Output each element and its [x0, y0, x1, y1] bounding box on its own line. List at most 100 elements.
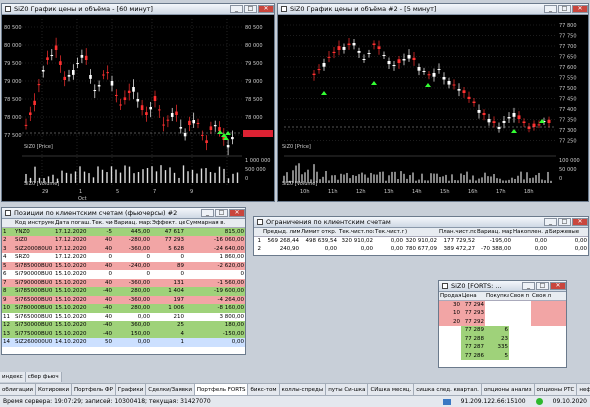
close-button[interactable]: ✕: [550, 282, 566, 290]
tab-6[interactable]: бикс-том: [248, 384, 280, 395]
limits-column-header[interactable]: Биржевые: [548, 228, 588, 237]
candle: [327, 56, 331, 58]
table-cell: 197: [151, 295, 185, 304]
table-row[interactable]: 3 SiZ200080U0 17.12.2020 40 -360,00 5 628 -24 …: [2, 244, 245, 253]
order-book-row[interactable]: 20 77 292: [439, 317, 566, 326]
minimize-button[interactable]: _: [201, 209, 214, 217]
maximize-button[interactable]: □: [244, 5, 257, 13]
positions-window[interactable]: Позиции по клиентским счетам (фьючерсы) …: [1, 207, 246, 355]
maximize-button[interactable]: □: [536, 282, 549, 290]
positions-column-header[interactable]: Дата погаш.: [54, 219, 91, 228]
positions-column-header[interactable]: Эффект. цена: [151, 219, 185, 228]
server-address: 91.209.122.66:15100: [460, 398, 526, 405]
maximize-button[interactable]: □: [558, 218, 571, 226]
chart2-titlebar[interactable]: SiZ0 График цены и объёма #2 - [5 минут]…: [278, 4, 588, 15]
positions-column-header[interactable]: Суммарная в.: [185, 219, 245, 228]
positions-column-header[interactable]: Код инструмента: [14, 219, 54, 228]
minimize-button[interactable]: _: [230, 5, 243, 13]
candle: [417, 67, 421, 71]
table-row[interactable]: 1 569 268,44 498 639,54 320 910,02 0,00 320 9…: [254, 237, 588, 246]
close-button[interactable]: ✕: [572, 218, 588, 226]
table-row[interactable]: 2 SiZ0 17.12.2020 40 -280,00 77 293 -16 060,00: [2, 236, 245, 245]
table-cell: 15.10.2020: [54, 304, 91, 313]
limits-column-header[interactable]: ): [404, 228, 438, 237]
tab-13[interactable]: нефть-: [577, 384, 590, 395]
table-row[interactable]: 2 240,90 0,00 0,00 0,00 780 677,09 389 472,27-…: [254, 245, 588, 254]
tab-9[interactable]: СИшка месяц.: [368, 384, 415, 395]
limits-column-header[interactable]: План.чист.поз.: [438, 228, 476, 237]
candle: [63, 76, 66, 80]
table-row[interactable]: 10 Si780000BU0 15.10.2020 -40 280,00 1 006 -8 …: [2, 304, 245, 313]
table-row[interactable]: 11 Si765000BU0 15.10.2020 40 0,00 210 3 800,00: [2, 312, 245, 321]
order-book-cell: 77 289: [461, 326, 485, 335]
table-row[interactable]: 7 Si790000BU0 15.10.2020 40 -360,00 131 -1 560…: [2, 278, 245, 287]
positions-column-header[interactable]: Вариац. маржа: [113, 219, 151, 228]
table-row[interactable]: 9 Si765000BU0 15.10.2020 40 -360,00 197 -4 264…: [2, 295, 245, 304]
order-book-row[interactable]: 77 288 23: [439, 334, 566, 343]
order-book-row[interactable]: 77 286 5: [439, 351, 566, 360]
table-row[interactable]: 5 Si785000BU0 15.10.2020 40 -240,00 89 -2 620,…: [2, 261, 245, 270]
limits-titlebar[interactable]: Ограничения по клиентским счетам _ □ ✕: [254, 217, 588, 228]
chart2-canvas[interactable]: 77 800 77 750 77 700 77 650 77 600 77 550 77 5…: [278, 15, 588, 201]
tab-2[interactable]: Портфель ФР: [72, 384, 116, 395]
tab-8[interactable]: путы Си-шка: [326, 384, 369, 395]
positions-column-header[interactable]: Тек. чист.: [91, 219, 113, 228]
tab-10[interactable]: сишка след. квартал.: [414, 384, 482, 395]
maximize-button[interactable]: □: [215, 209, 228, 217]
limits-column-header[interactable]: Тек.чист.поз.: [338, 228, 374, 237]
tab-1[interactable]: Котировки: [36, 384, 73, 395]
close-button[interactable]: ✕: [572, 5, 588, 13]
close-button[interactable]: ✕: [229, 209, 245, 217]
table-row[interactable]: 13 Si775000BU0 15.10.2020 -40 150,00 4 -150,00: [2, 329, 245, 338]
order-book-row[interactable]: 30 77 294: [439, 300, 566, 309]
tab-4[interactable]: Сделки/Заявки: [146, 384, 195, 395]
table-row[interactable]: 4 SRZ0 17.12.2020 0 0 0 1 860,00: [2, 253, 245, 262]
tab-5[interactable]: Портфель FORTS: [194, 384, 249, 395]
chart1-canvas[interactable]: 80 500 80 50080 000 80 00079 500 79 50079 0…: [2, 15, 274, 201]
table-row[interactable]: 12 Si730000BU0 15.10.2020 -40 360,00 25 180,00: [2, 321, 245, 330]
minimize-button[interactable]: _: [522, 282, 535, 290]
limits-column-header[interactable]: Накоплен. д.: [512, 228, 548, 237]
order-book-window[interactable]: SiZ0 [FORTS: ... _ □ ✕ Продаж Цена Покупка Св…: [438, 280, 567, 368]
positions-column-header[interactable]: [2, 219, 14, 228]
table-row[interactable]: 6 Si790000BU0 15.10.2020 0 0 0 0: [2, 270, 245, 279]
positions-title: Позиции по клиентским счетам (фьючерсы) …: [14, 209, 178, 217]
limits-column-header[interactable]: Тек.чист.поз. (: [374, 228, 404, 237]
limits-column-header[interactable]: Предыд. лимит: [262, 228, 300, 237]
tab-7[interactable]: коллы-спреды: [280, 384, 327, 395]
table-cell: 40: [91, 244, 113, 253]
maximize-button[interactable]: □: [558, 5, 571, 13]
table-row[interactable]: 8 Si785000BU0 15.10.2020 -40 280,00 1 404 -19 …: [2, 287, 245, 296]
table-cell: 0: [113, 270, 151, 279]
order-book-row[interactable]: 77 287 335: [439, 343, 566, 352]
chart-window-5min[interactable]: SiZ0 График цены и объёма #2 - [5 минут]…: [277, 3, 589, 202]
tab-3[interactable]: Графики: [116, 384, 147, 395]
positions-titlebar[interactable]: Позиции по клиентским счетам (фьючерсы) …: [2, 208, 245, 219]
limits-window[interactable]: Ограничения по клиентским счетам _ □ ✕ Пре…: [253, 216, 589, 256]
chart1-titlebar[interactable]: SiZ0 График цены и объёма - [60 минут] _…: [2, 4, 274, 15]
table-cell: 0,00: [324, 246, 337, 253]
tab-0[interactable]: облигации: [0, 384, 36, 395]
limits-column-header[interactable]: Вариац. маржа: [476, 228, 512, 237]
order-book-row[interactable]: 77 289 6: [439, 326, 566, 335]
order-book-row[interactable]: 10 77 293: [439, 309, 566, 318]
table-cell: 445,00: [113, 227, 151, 236]
tab-sber-futures[interactable]: сбер фьюч: [25, 372, 62, 382]
minimize-button[interactable]: _: [544, 5, 557, 13]
order-book-cell: 5: [485, 351, 509, 360]
order-book-column-header: Продаж: [439, 292, 461, 301]
tab-index[interactable]: индекс: [0, 372, 26, 382]
tab-11[interactable]: опционы анализ: [482, 384, 535, 395]
table-row[interactable]: 1 YNZ0 17.12.2020 -5 445,00 47 617 815,00: [2, 227, 245, 236]
table-row[interactable]: 14 SiZ260000U0 14.10.2020 50 0,00 1 0,00: [2, 338, 245, 347]
close-button[interactable]: ✕: [258, 5, 274, 13]
table-cell: 25: [151, 321, 185, 330]
tab-12[interactable]: опционы РТС: [535, 384, 578, 395]
limits-column-header[interactable]: [254, 228, 262, 237]
table-cell: 2: [257, 246, 262, 253]
candle: [158, 109, 161, 111]
chart-window-60min[interactable]: SiZ0 График цены и объёма - [60 минут] _…: [1, 3, 275, 202]
minimize-button[interactable]: _: [544, 218, 557, 226]
limits-column-header[interactable]: Лимит откр. п.: [300, 228, 338, 237]
order-book-titlebar[interactable]: SiZ0 [FORTS: ... _ □ ✕: [439, 281, 566, 292]
